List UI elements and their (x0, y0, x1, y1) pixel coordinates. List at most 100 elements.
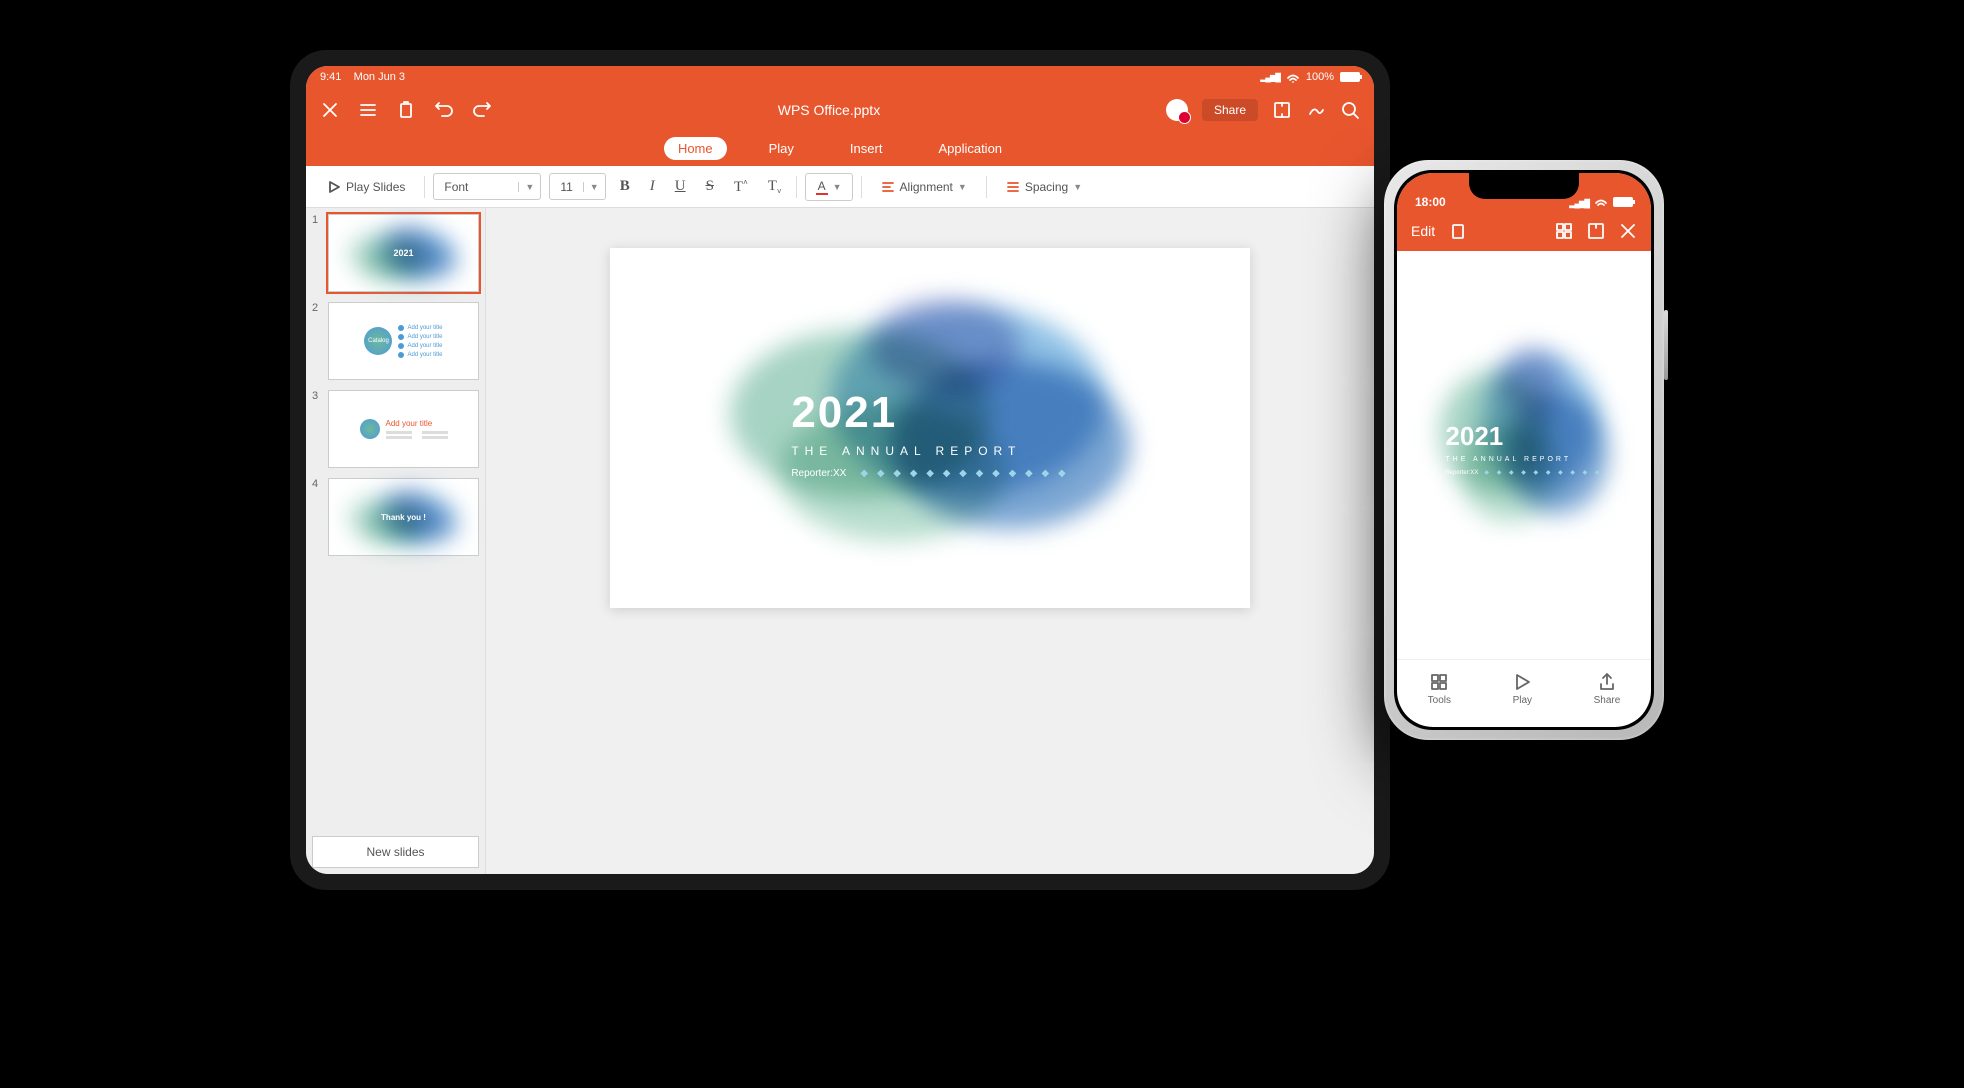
chevron-down-icon: ▼ (958, 182, 967, 192)
thumb-preview: Catalog Add your title Add your title Ad… (328, 302, 479, 380)
phone-device: 18:00 Edit (1384, 160, 1664, 740)
thumb-title: 2021 (393, 248, 413, 258)
tab-home[interactable]: Home (664, 137, 727, 160)
italic-button[interactable]: I (644, 178, 661, 195)
avatar[interactable] (1166, 99, 1188, 121)
font-size-value: 11 (550, 180, 582, 194)
bold-button[interactable]: B (614, 178, 636, 195)
phone-notch (1469, 173, 1579, 199)
superscript-button[interactable]: T˄ (728, 178, 754, 196)
phone-side-button (1664, 310, 1668, 380)
status-time: 9:41 (320, 71, 341, 83)
tab-application[interactable]: Application (924, 137, 1016, 160)
tablet-device: 9:41 Mon Jun 3 100% WPS Office.pptx (290, 50, 1390, 890)
tab-play[interactable]: Play (755, 137, 808, 160)
phone-slide-reporter: Reporter:XX (1445, 470, 1478, 476)
slide-thumb-4[interactable]: 4 Thank you ! (312, 478, 479, 556)
clipboard-icon[interactable] (396, 100, 416, 120)
wifi-icon (1286, 70, 1300, 84)
title-bar-right: Share (1166, 99, 1360, 121)
layout-icon[interactable] (1272, 100, 1292, 120)
battery-icon (1340, 72, 1360, 82)
slide-thumb-1[interactable]: 1 2021 (312, 214, 479, 292)
slide-thumb-3[interactable]: 3 Add your title (312, 390, 479, 468)
font-dropdown[interactable]: Font ▼ (433, 173, 541, 200)
chevron-down-icon: ▼ (833, 182, 842, 192)
menu-icon[interactable] (358, 100, 378, 120)
nav-play-label: Play (1513, 695, 1532, 706)
formatting-toolbar: Play Slides Font ▼ 11 ▼ B I U S T˄ T˅ A … (306, 166, 1374, 208)
separator (424, 176, 425, 198)
thumb-number: 4 (312, 478, 322, 556)
nav-play[interactable]: Play (1512, 672, 1532, 706)
slide-subtitle: THE ANNUAL REPORT (791, 444, 1068, 458)
nav-share[interactable]: Share (1594, 672, 1621, 706)
alignment-label: Alignment (900, 180, 953, 194)
nav-tools-label: Tools (1428, 695, 1451, 706)
thumb-label: Catalog (364, 327, 392, 355)
slide-dots: ◆ ◆ ◆ ◆ ◆ ◆ ◆ ◆ ◆ ◆ ◆ ◆ ◆ (860, 468, 1068, 479)
play-slides-button[interactable]: Play Slides (316, 174, 416, 200)
alignment-button[interactable]: Alignment ▼ (870, 174, 978, 200)
thumb-preview: Add your title (328, 390, 479, 468)
phone-slide-dots: ◆ ◆ ◆ ◆ ◆ ◆ ◆ ◆ ◆ ◆ (1484, 469, 1602, 476)
slide-thumb-2[interactable]: 2 Catalog Add your title Add your title … (312, 302, 479, 380)
nav-share-label: Share (1594, 695, 1621, 706)
chevron-down-icon: ▼ (583, 182, 605, 192)
phone-title-bar: Edit (1397, 211, 1651, 251)
thumb-title: Add your title (386, 419, 448, 428)
close-icon[interactable] (1619, 222, 1637, 240)
new-slides-button[interactable]: New slides (312, 836, 479, 868)
subscript-button[interactable]: T˅ (762, 178, 788, 196)
thumb-number: 3 (312, 390, 322, 468)
edit-button[interactable]: Edit (1411, 223, 1435, 239)
battery-icon (1613, 197, 1633, 207)
grid-icon[interactable] (1555, 222, 1573, 240)
slide-content: 2021 THE ANNUAL REPORT Reporter:XX ◆ ◆ ◆… (791, 388, 1068, 479)
share-icon (1597, 672, 1617, 692)
underline-button[interactable]: U (669, 178, 692, 195)
thumb-preview: Thank you ! (328, 478, 479, 556)
phone-time: 18:00 (1415, 195, 1446, 209)
font-color-button[interactable]: A ▼ (805, 173, 853, 201)
layout-icon[interactable] (1587, 222, 1605, 240)
phone-slide-year: 2021 (1445, 421, 1602, 452)
separator (796, 176, 797, 198)
close-icon[interactable] (320, 100, 340, 120)
spacing-button[interactable]: Spacing ▼ (995, 174, 1093, 200)
slide-year: 2021 (791, 388, 1068, 438)
slide-panel: 1 2021 2 Catalog Add your title (306, 208, 486, 874)
status-left: 9:41 Mon Jun 3 (320, 71, 405, 83)
thumb-preview: 2021 (328, 214, 479, 292)
separator (986, 176, 987, 198)
tablet-screen: 9:41 Mon Jun 3 100% WPS Office.pptx (306, 66, 1374, 874)
signal-icon (1260, 71, 1280, 83)
phone-slide-subtitle: THE ANNUAL REPORT (1445, 456, 1602, 463)
separator (861, 176, 862, 198)
tools-icon (1429, 672, 1449, 692)
tab-insert[interactable]: Insert (836, 137, 897, 160)
title-bar-left (320, 100, 492, 120)
pen-icon[interactable] (1306, 100, 1326, 120)
clipboard-icon[interactable] (1449, 222, 1467, 240)
spacing-label: Spacing (1025, 180, 1068, 194)
redo-icon[interactable] (472, 100, 492, 120)
chevron-down-icon: ▼ (518, 182, 540, 192)
search-icon[interactable] (1340, 100, 1360, 120)
share-button[interactable]: Share (1202, 99, 1258, 121)
undo-icon[interactable] (434, 100, 454, 120)
tab-bar: Home Play Insert Application (306, 132, 1374, 166)
phone-screen: 18:00 Edit (1397, 173, 1651, 727)
nav-tools[interactable]: Tools (1428, 672, 1451, 706)
play-icon (1512, 672, 1532, 692)
font-size-dropdown[interactable]: 11 ▼ (549, 173, 605, 200)
font-label: Font (434, 180, 478, 194)
strikethrough-button[interactable]: S (700, 178, 720, 195)
tablet-status-bar: 9:41 Mon Jun 3 100% (306, 66, 1374, 88)
thumb-title: Thank you ! (381, 513, 426, 522)
main-slide[interactable]: 2021 THE ANNUAL REPORT Reporter:XX ◆ ◆ ◆… (610, 248, 1250, 608)
wifi-icon (1594, 195, 1608, 209)
workspace: 1 2021 2 Catalog Add your title (306, 208, 1374, 874)
slide-canvas[interactable]: 2021 THE ANNUAL REPORT Reporter:XX ◆ ◆ ◆… (486, 208, 1374, 874)
phone-canvas[interactable]: 2021 THE ANNUAL REPORT Reporter:XX ◆ ◆ ◆… (1397, 251, 1651, 659)
